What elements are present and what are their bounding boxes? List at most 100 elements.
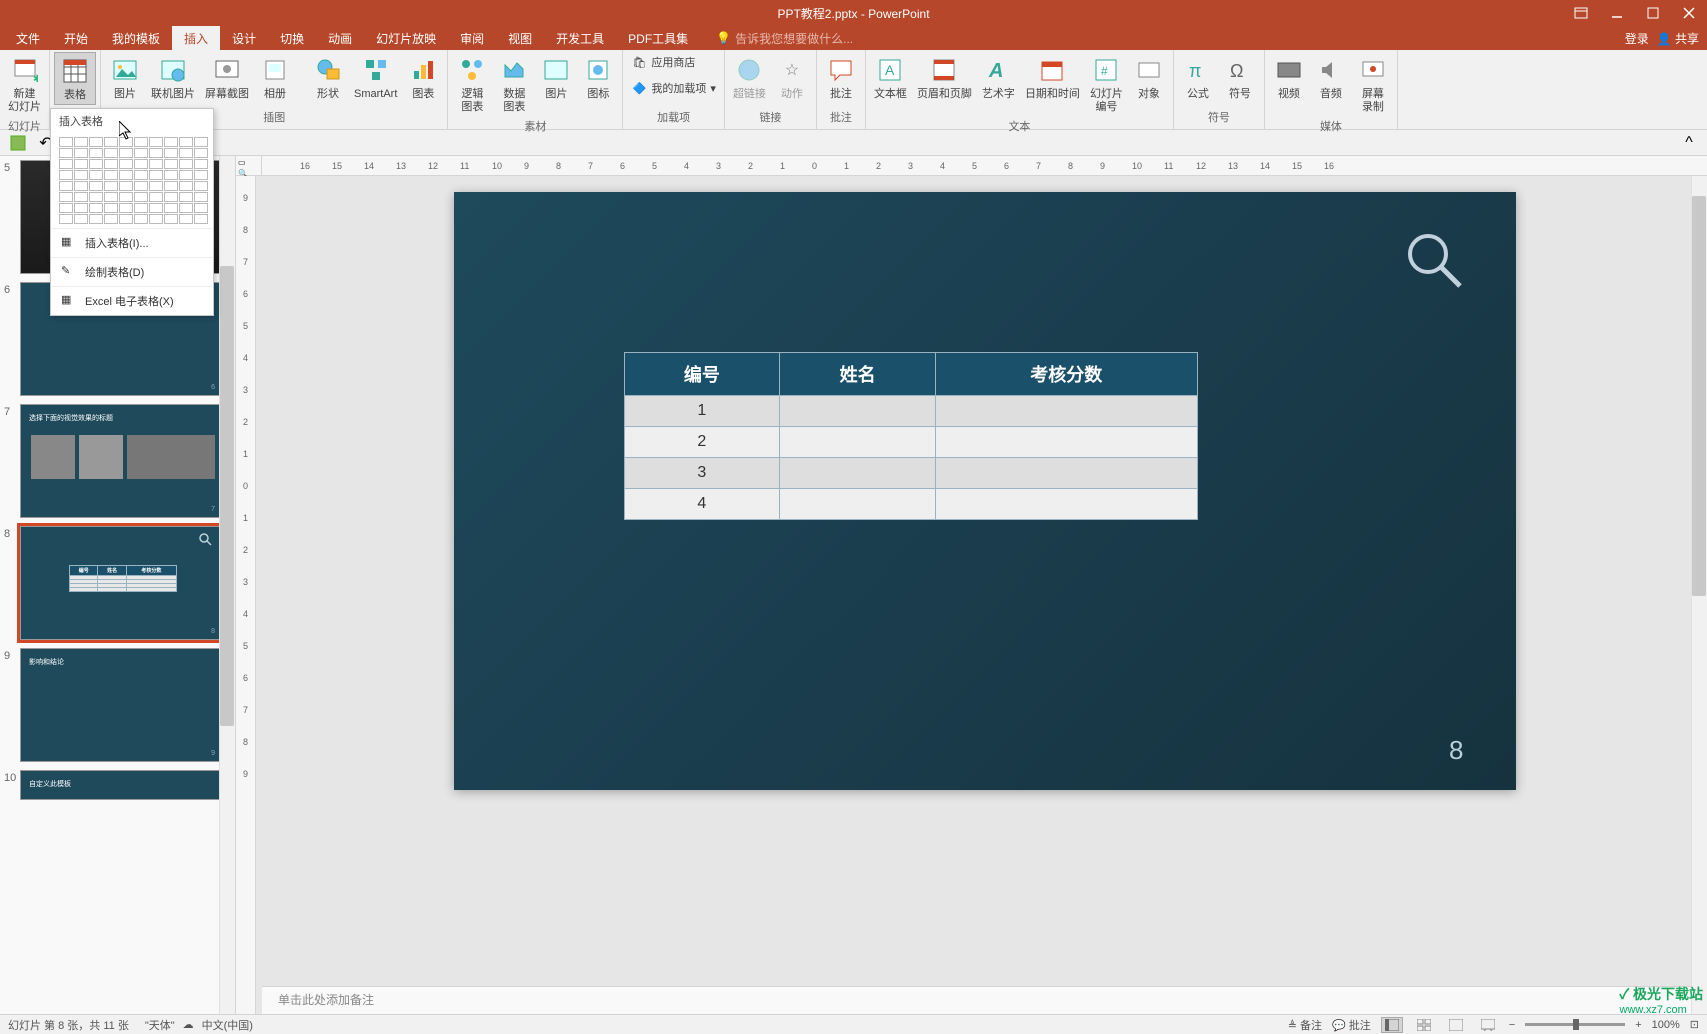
table-grid-cell[interactable] — [164, 181, 178, 191]
table-grid-cell[interactable] — [164, 137, 178, 147]
zoom-out-button[interactable]: − — [1509, 1019, 1515, 1031]
table-grid-cell[interactable] — [74, 159, 88, 169]
table-button[interactable]: 表格 — [54, 52, 96, 105]
collapse-ribbon-button[interactable]: ^ — [1679, 133, 1699, 153]
table-grid-cell[interactable] — [119, 181, 133, 191]
new-slide-button[interactable]: ✱ 新建 幻灯片 — [4, 52, 45, 116]
table-grid-cell[interactable] — [164, 214, 178, 224]
online-pictures-button[interactable]: 联机图片 — [147, 52, 199, 103]
slideshow-button[interactable] — [1477, 1017, 1499, 1033]
comments-toggle[interactable]: 💬 批注 — [1332, 1017, 1371, 1033]
screenshot-button[interactable]: 屏幕截图 — [201, 52, 253, 103]
menu-view[interactable]: 视图 — [496, 26, 544, 51]
table-grid-cell[interactable] — [179, 137, 193, 147]
table-grid-cell[interactable] — [104, 203, 118, 213]
table-grid-cell[interactable] — [179, 203, 193, 213]
table-grid-cell[interactable] — [59, 137, 73, 147]
logic-chart-button[interactable]: 逻辑 图表 — [452, 52, 492, 116]
table-grid-cell[interactable] — [104, 214, 118, 224]
tell-me-search[interactable]: 💡 告诉我您想要做什么... — [716, 30, 853, 47]
table-grid-cell[interactable] — [134, 181, 148, 191]
table-grid-cell[interactable] — [89, 181, 103, 191]
table-grid-cell[interactable] — [149, 214, 163, 224]
table-grid-cell[interactable] — [119, 137, 133, 147]
slide-number-button[interactable]: #幻灯片 编号 — [1086, 52, 1127, 116]
table-grid-cell[interactable] — [74, 170, 88, 180]
zoom-in-button[interactable]: + — [1635, 1019, 1641, 1031]
icon-material-button[interactable]: 图标 — [578, 52, 618, 103]
table-grid-cell[interactable] — [89, 214, 103, 224]
table-grid-cell[interactable] — [179, 214, 193, 224]
table-grid-cell[interactable] — [179, 181, 193, 191]
language-indicator[interactable]: 中文(中国) — [202, 1017, 253, 1033]
table-grid-cell[interactable] — [164, 170, 178, 180]
data-chart-button[interactable]: 数据 图表 — [494, 52, 534, 116]
table-grid-cell[interactable] — [119, 203, 133, 213]
table-grid-cell[interactable] — [164, 192, 178, 202]
table-grid-cell[interactable] — [179, 148, 193, 158]
editor-vertical-scrollbar[interactable] — [1691, 176, 1707, 1014]
normal-view-button[interactable] — [1381, 1017, 1403, 1033]
my-addins-button[interactable]: 🔷我的加载项 ▾ — [627, 78, 720, 98]
table-grid-cell[interactable] — [194, 148, 208, 158]
table-grid-cell[interactable] — [104, 192, 118, 202]
zoom-slider[interactable] — [1525, 1023, 1625, 1026]
table-grid-cell[interactable] — [149, 170, 163, 180]
share-button[interactable]: 👤 共享 — [1657, 30, 1699, 47]
thumbnail-scrollbar[interactable] — [219, 156, 235, 1014]
menu-insert[interactable]: 插入 — [172, 26, 220, 51]
slide-sorter-button[interactable] — [1413, 1017, 1435, 1033]
table-header[interactable]: 考核分数 — [935, 353, 1197, 396]
table-grid-cell[interactable] — [134, 192, 148, 202]
screen-recording-button[interactable]: 屏幕 录制 — [1353, 52, 1393, 116]
table-grid-cell[interactable] — [194, 159, 208, 169]
table-grid-cell[interactable] — [164, 148, 178, 158]
app-store-button[interactable]: 🛍应用商店 — [627, 52, 720, 72]
table-grid-cell[interactable] — [59, 170, 73, 180]
table-grid-cell[interactable] — [194, 192, 208, 202]
table-size-grid[interactable] — [51, 133, 213, 228]
table-grid-cell[interactable] — [59, 159, 73, 169]
table-grid-cell[interactable] — [134, 148, 148, 158]
table-grid-cell[interactable] — [149, 181, 163, 191]
menu-design[interactable]: 设计 — [220, 26, 268, 51]
login-link[interactable]: 登录 — [1625, 30, 1649, 47]
datetime-button[interactable]: 日期和时间 — [1021, 52, 1084, 103]
table-grid-cell[interactable] — [74, 137, 88, 147]
table-grid-cell[interactable] — [119, 148, 133, 158]
excel-spreadsheet-item[interactable]: ▦Excel 电子表格(X) — [51, 286, 213, 315]
menu-pdf-tools[interactable]: PDF工具集 — [616, 26, 700, 51]
notes-toggle[interactable]: ≜ 备注 — [1288, 1017, 1322, 1033]
slide-data-table[interactable]: 编号 姓名 考核分数 1 2 3 4 — [624, 352, 1198, 520]
table-grid-cell[interactable] — [149, 192, 163, 202]
slide-canvas[interactable]: 编号 姓名 考核分数 1 2 3 4 8 — [454, 192, 1516, 790]
table-grid-cell[interactable] — [194, 137, 208, 147]
table-grid-cell[interactable] — [104, 159, 118, 169]
table-grid-cell[interactable] — [74, 203, 88, 213]
slide-thumb-8[interactable]: 编号姓名考核分数 8 — [20, 526, 222, 640]
comment-button[interactable]: 批注 — [821, 52, 861, 103]
table-grid-cell[interactable] — [179, 192, 193, 202]
table-grid-cell[interactable] — [89, 159, 103, 169]
pictures-button[interactable]: 图片 — [105, 52, 145, 103]
table-header[interactable]: 姓名 — [780, 353, 936, 396]
close-button[interactable] — [1671, 0, 1707, 26]
table-grid-cell[interactable] — [74, 181, 88, 191]
hyperlink-button[interactable]: 超链接 — [729, 52, 770, 103]
table-grid-cell[interactable] — [104, 148, 118, 158]
picture-material-button[interactable]: 图片 — [536, 52, 576, 103]
table-grid-cell[interactable] — [89, 203, 103, 213]
menu-home[interactable]: 开始 — [52, 26, 100, 51]
menu-slideshow[interactable]: 幻灯片放映 — [364, 26, 448, 51]
table-grid-cell[interactable] — [59, 203, 73, 213]
menu-file[interactable]: 文件 — [4, 26, 52, 51]
shapes-button[interactable]: 形状 — [308, 52, 348, 103]
table-grid-cell[interactable] — [134, 170, 148, 180]
reading-view-button[interactable] — [1445, 1017, 1467, 1033]
draw-table-item[interactable]: ✎绘制表格(D) — [51, 257, 213, 286]
table-grid-cell[interactable] — [89, 170, 103, 180]
table-grid-cell[interactable] — [104, 181, 118, 191]
table-grid-cell[interactable] — [119, 192, 133, 202]
table-grid-cell[interactable] — [74, 214, 88, 224]
ribbon-display-options[interactable] — [1563, 0, 1599, 26]
